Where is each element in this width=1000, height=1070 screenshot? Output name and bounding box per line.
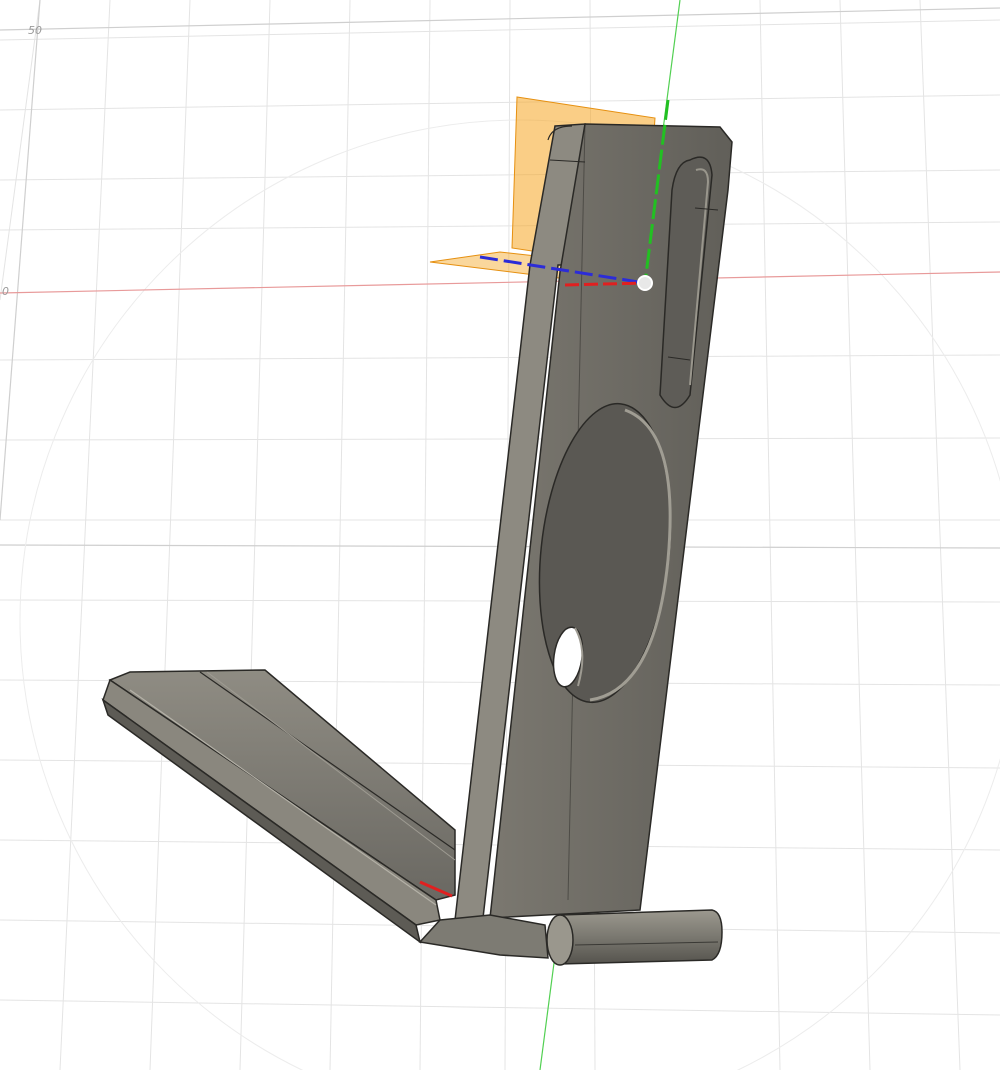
origin-point[interactable] (637, 275, 653, 291)
x-axis-line (0, 271, 1000, 294)
ground-grid-major (0, 0, 1000, 549)
scene-svg (0, 0, 1000, 1070)
grid-label-top: 50 (28, 24, 42, 37)
base-plate[interactable] (101, 669, 456, 944)
grid-label-origin: 0 (2, 285, 9, 298)
x-axis-indicator (564, 281, 646, 287)
3d-viewport-canvas[interactable]: 50 0 (0, 0, 1000, 1070)
hinge-pin[interactable] (418, 909, 723, 966)
